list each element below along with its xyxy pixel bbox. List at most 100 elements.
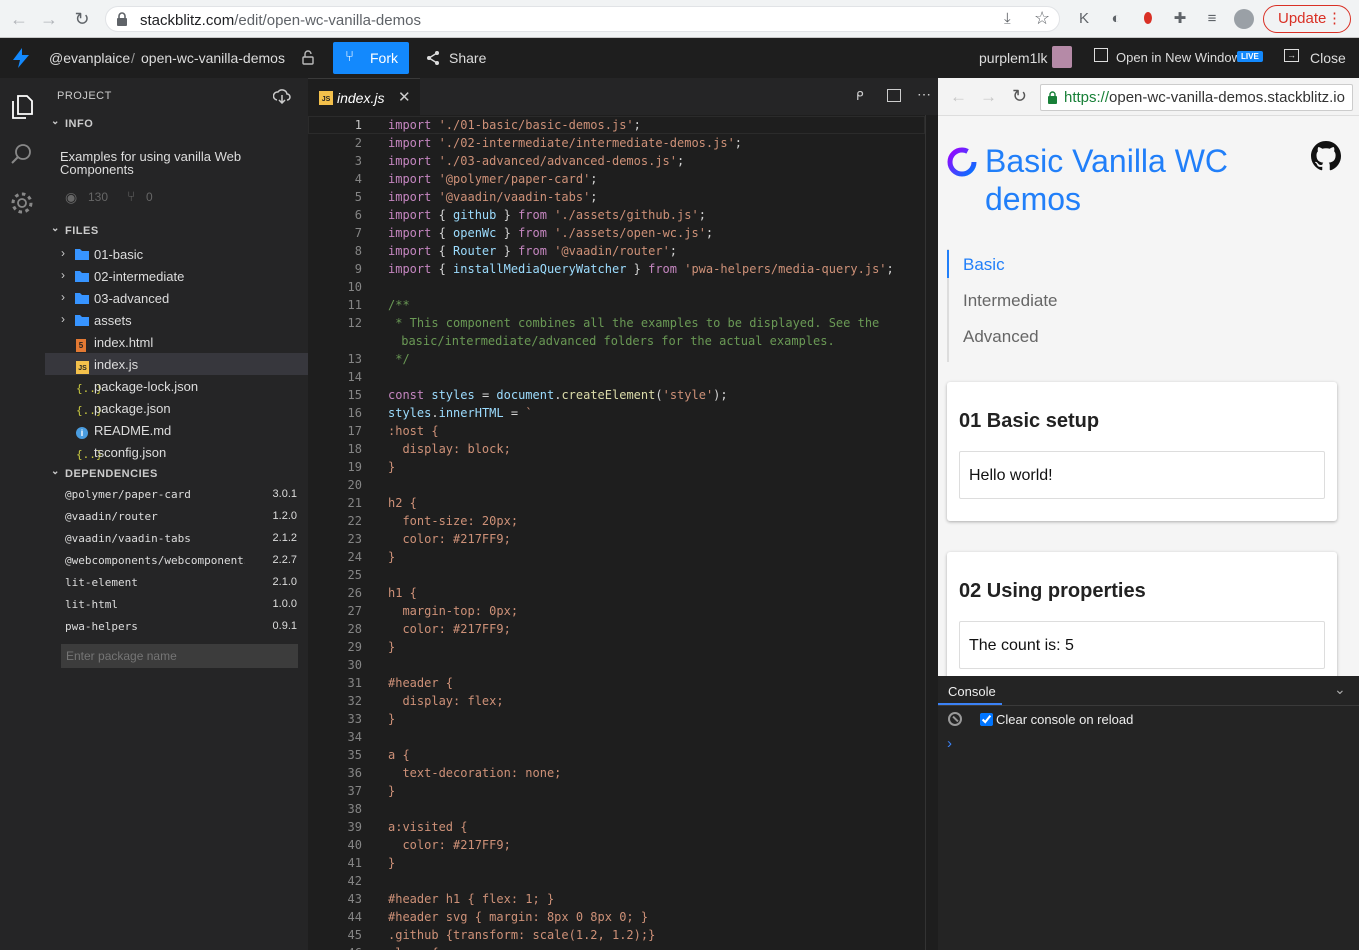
breadcrumb-separator: / [131, 50, 135, 66]
address-bar[interactable]: stackblitz.com/edit/open-wc-vanilla-demo… [105, 6, 1060, 32]
dependencies-section-header[interactable]: ⌄ DEPENDENCIES [45, 463, 308, 485]
code-token: import [388, 136, 439, 150]
extensions-puzzle-icon[interactable]: ✚ [1170, 9, 1190, 29]
file-item[interactable]: › 01-basic [45, 243, 308, 265]
stackblitz-bolt-icon[interactable] [12, 48, 30, 68]
code-line: import { Router } from '@vaadin/router'; [388, 244, 677, 258]
preview-back-icon[interactable]: ← [950, 87, 967, 107]
code-line: a { [388, 748, 410, 762]
file-name: tsconfig.json [94, 445, 167, 460]
files-icon[interactable] [10, 94, 34, 120]
code-editor[interactable]: 1 import './01-basic/basic-demos.js'; 2 im… [308, 115, 925, 950]
code-line: import './02-intermediate/intermediate-d… [388, 136, 742, 150]
split-editor-icon[interactable] [887, 89, 901, 102]
dependency-item[interactable]: pwa-helpers 0.9.1 [65, 616, 297, 638]
fork-button[interactable]: ⑂ Fork [333, 42, 409, 74]
code-token: ; [590, 172, 598, 186]
extension-k-icon[interactable]: K [1074, 9, 1094, 29]
dependencies-section-title: DEPENDENCIES [65, 468, 158, 480]
file-item[interactable]: JS index.js [45, 353, 308, 375]
preview-forward-icon[interactable]: → [980, 87, 997, 107]
file-name: 01-basic [94, 247, 144, 262]
line-number: 26 [347, 586, 362, 600]
dependency-item[interactable]: @polymer/paper-card 3.0.1 [65, 484, 297, 506]
line-number: 15 [347, 388, 362, 402]
line-number: 3 [354, 154, 362, 168]
dependency-item[interactable]: @vaadin/router 1.2.0 [65, 506, 297, 528]
install-app-icon[interactable]: ⤓ [1004, 10, 1011, 27]
file-item[interactable]: {..} package.json [45, 397, 308, 419]
unlock-icon[interactable] [302, 50, 314, 65]
file-item[interactable]: › assets [45, 309, 308, 331]
line-number: 1 [354, 118, 362, 132]
project-name[interactable]: open-wc-vanilla-demos [141, 50, 285, 66]
file-name: package.json [94, 401, 171, 416]
extension-c-icon[interactable]: ◐ [1106, 9, 1126, 29]
preview-tab-intermediate[interactable]: Intermediate [963, 291, 1058, 311]
code-token: ; [705, 226, 714, 240]
files-section-header[interactable]: ⌄ FILES [45, 220, 308, 242]
preview-markdown-icon[interactable]: ᑭ [856, 89, 864, 103]
clear-on-reload-checkbox[interactable] [980, 713, 993, 726]
folder-icon [75, 292, 89, 307]
code-token: text-decoration: none; [388, 766, 562, 780]
dependency-item[interactable]: @webcomponents/webcomponentsjs 2.2.7 [65, 550, 297, 572]
back-arrow-icon[interactable]: ← [8, 8, 30, 30]
more-actions-icon[interactable]: ⋯ [917, 86, 931, 103]
user-avatar[interactable] [1052, 46, 1072, 68]
file-name: 03-advanced [94, 291, 170, 306]
share-button[interactable]: Share [425, 42, 495, 74]
bookmark-star-icon[interactable]: ☆ [1034, 8, 1050, 29]
editor-scrollbar[interactable] [925, 115, 938, 950]
line-number: 25 [347, 568, 362, 582]
extension-shield-icon[interactable]: ⬮ [1138, 9, 1158, 29]
preview-reload-icon[interactable]: ↻ [1012, 86, 1027, 107]
dependency-item[interactable]: lit-html 1.0.0 [65, 594, 297, 616]
settings-gear-icon[interactable] [9, 190, 35, 216]
line-number: 22 [347, 514, 362, 528]
code-line: a:visited { [388, 820, 467, 834]
project-owner[interactable]: @evanplaice [49, 50, 130, 66]
code-token: h2 { [388, 496, 417, 510]
preview-url-bar[interactable]: https://open-wc-vanilla-demos.stackblitz… [1040, 84, 1353, 111]
file-item[interactable]: i README.md [45, 419, 308, 441]
preview-tab-basic[interactable]: Basic [963, 255, 1005, 275]
folder-icon [75, 314, 89, 329]
code-token: openWc [453, 226, 497, 240]
line-number: 11 [347, 298, 362, 312]
code-token: createElement [561, 388, 656, 402]
close-tab-icon[interactable]: ✕ [398, 88, 411, 106]
update-button[interactable]: Update ⋮ [1263, 5, 1351, 33]
code-token: './01-basic/basic-demos.js' [438, 118, 634, 132]
info-section-header[interactable]: ⌄ INFO [45, 113, 308, 135]
line-number: 8 [354, 244, 362, 258]
file-item[interactable]: {..} package-lock.json [45, 375, 308, 397]
profile-avatar-icon[interactable] [1234, 9, 1254, 29]
collapse-chevron-icon[interactable]: ⌄ [1334, 681, 1346, 698]
forward-arrow-icon[interactable]: → [38, 8, 60, 30]
console-prompt[interactable]: › [947, 735, 952, 752]
clear-on-reload-label[interactable]: Clear console on reload [996, 712, 1133, 727]
code-line: .logo { [388, 946, 439, 950]
tab-index-js[interactable]: JS index.js ✕ [308, 78, 420, 115]
code-token: Router [453, 244, 497, 258]
file-item[interactable]: › 02-intermediate [45, 265, 308, 287]
line-number: 43 [347, 892, 362, 906]
console-title[interactable]: Console [948, 684, 996, 699]
file-item[interactable]: › 03-advanced [45, 287, 308, 309]
package-name-input[interactable] [61, 644, 298, 668]
github-icon[interactable] [1311, 141, 1341, 171]
dependency-item[interactable]: lit-element 2.1.0 [65, 572, 297, 594]
username[interactable]: purplem1lk [979, 50, 1047, 66]
search-icon[interactable] [10, 142, 34, 166]
reload-icon[interactable]: ↻ [71, 8, 93, 30]
file-item[interactable]: {..} tsconfig.json [45, 441, 308, 463]
preview-content: Basic Vanilla WC demos Basic Intermediate… [938, 116, 1359, 676]
dependency-item[interactable]: @vaadin/vaadin-tabs 2.1.2 [65, 528, 297, 550]
reading-list-icon[interactable]: ≡ [1202, 9, 1222, 29]
code-token: } [626, 262, 649, 276]
active-tab-indicator [947, 250, 949, 278]
preview-tab-advanced[interactable]: Advanced [963, 327, 1039, 347]
file-item[interactable]: 5 index.html [45, 331, 308, 353]
cloud-download-icon[interactable] [273, 88, 291, 104]
